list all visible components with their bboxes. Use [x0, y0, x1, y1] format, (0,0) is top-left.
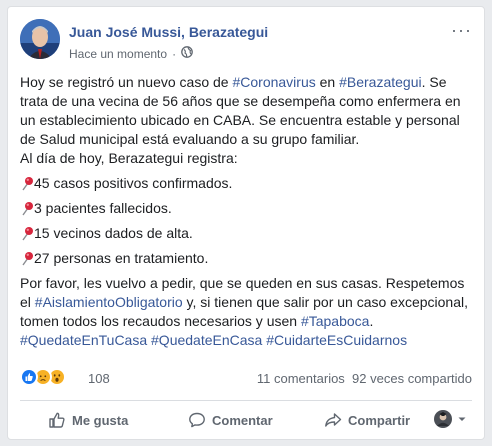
post-header: Juan José Mussi, Berazategui Hace un mom… — [20, 19, 472, 63]
more-options-button[interactable]: ··· — [451, 21, 472, 39]
reaction-count[interactable]: 108 — [88, 371, 110, 386]
thumbs-up-icon — [49, 412, 65, 428]
hashtag-link[interactable]: #Berazategui — [339, 74, 422, 90]
hashtag-link[interactable]: #AislamientoObligatorio — [35, 294, 183, 310]
comment-icon — [189, 412, 205, 428]
profile-avatar-icon — [434, 410, 452, 428]
audience-selector[interactable] — [434, 410, 468, 428]
avatar[interactable] — [20, 19, 60, 59]
hashtag-link[interactable]: #CuidarteEsCuidarnos — [266, 332, 407, 348]
post-meta: Hace un momento · — [69, 46, 193, 61]
stat-item: 45 casos positivos confirmados. — [20, 174, 472, 193]
comment-button[interactable]: Comentar — [188, 411, 273, 429]
reactions-bar: 108 11 comentarios 92 veces compartido — [20, 368, 472, 390]
comments-count-link[interactable]: 11 comentarios — [257, 371, 345, 386]
post-author[interactable]: Juan José Mussi, Berazategui — [69, 24, 268, 40]
post-timestamp[interactable]: Hace un momento — [69, 47, 167, 61]
post-paragraph-1: Hoy se registró un nuevo caso de #Corona… — [20, 74, 461, 166]
hashtag-link[interactable]: #QuedateEnTuCasa — [20, 332, 147, 348]
post-paragraph-3: Por favor, les vuelvo a pedir, que se qu… — [20, 275, 469, 348]
like-button[interactable]: Me gusta — [48, 411, 128, 429]
share-icon — [325, 413, 342, 427]
action-bar: Me gusta Comentar Compartir — [20, 404, 472, 434]
meta-separator: · — [172, 46, 177, 61]
globe-icon — [181, 46, 193, 61]
stat-item: 3 pacientes fallecidos. — [20, 199, 472, 218]
post-line-2: Al día de hoy, Berazategui registra: — [20, 150, 238, 166]
pushpin-icon — [20, 201, 34, 217]
reaction-icons[interactable] — [20, 368, 66, 386]
pushpin-icon — [20, 176, 34, 192]
post-card: Juan José Mussi, Berazategui Hace un mom… — [7, 6, 485, 440]
share-button[interactable]: Compartir — [324, 411, 410, 429]
pushpin-icon — [20, 251, 34, 267]
stat-item: 15 vecinos dados de alta. — [20, 224, 472, 243]
divider — [20, 400, 472, 401]
post-body: Hoy se registró un nuevo caso de #Corona… — [20, 73, 472, 356]
hashtag-link[interactable]: #Coronavirus — [232, 74, 315, 90]
stat-item: 27 personas en tratamiento. — [20, 249, 472, 268]
hashtag-link[interactable]: #Tapaboca — [301, 313, 370, 329]
chevron-down-icon — [458, 417, 466, 421]
like-reaction-icon — [20, 368, 38, 386]
hashtag-link[interactable]: #QuedateEnCasa — [151, 332, 262, 348]
shares-count-link[interactable]: 92 veces compartido — [352, 371, 472, 386]
engagement-stats: 11 comentarios 92 veces compartido — [257, 371, 472, 386]
pushpin-icon — [20, 226, 34, 242]
